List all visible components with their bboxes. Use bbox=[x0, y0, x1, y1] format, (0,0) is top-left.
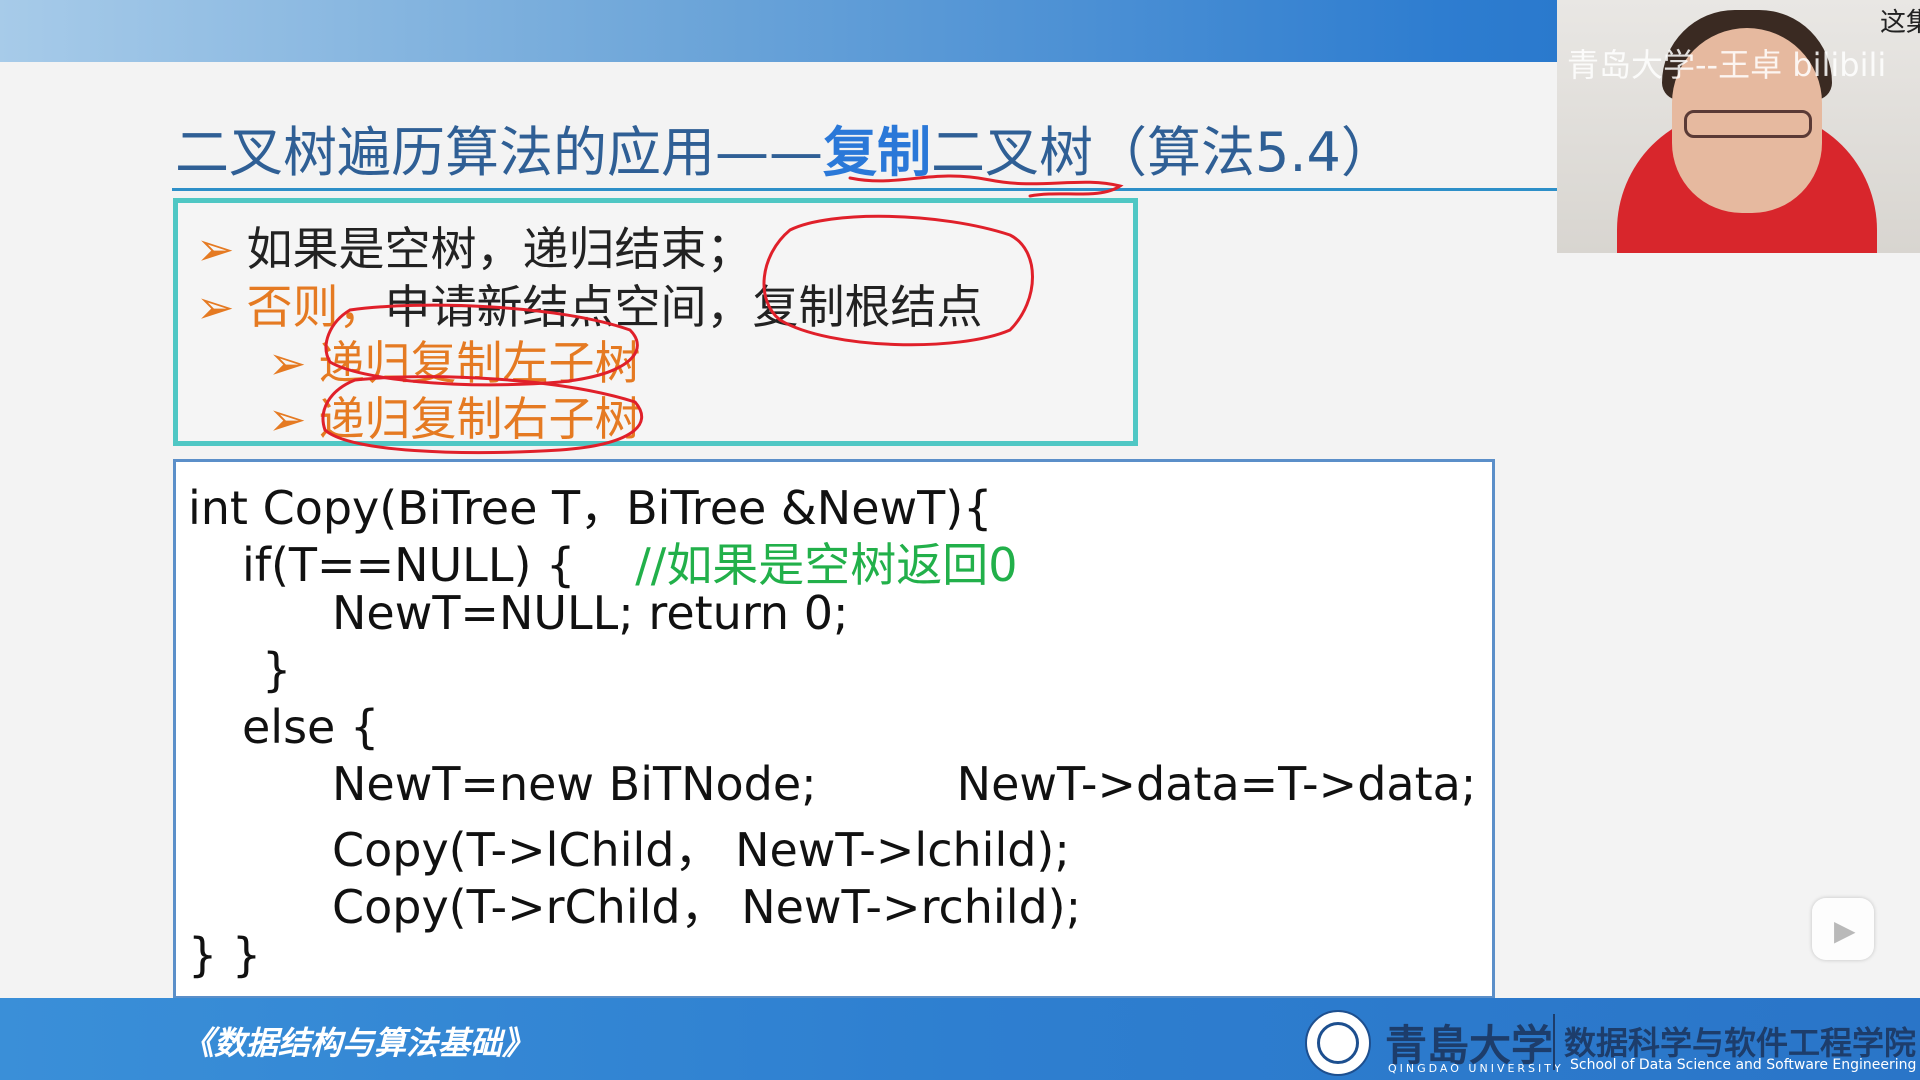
code-line-6: NewT=new BiTNode; NewT->data=T->data; bbox=[332, 757, 1476, 811]
code-line-4: } bbox=[262, 643, 292, 697]
school-english-name: School of Data Science and Software Engi… bbox=[1570, 1057, 1917, 1073]
code-line-5: else { bbox=[242, 700, 380, 754]
title-prefix: 二叉树遍历算法的应用—— bbox=[175, 121, 823, 184]
bullet-2-text: 申请新结点空间，复制根结点 bbox=[384, 280, 983, 334]
code-box: int Copy(BiTree T，BiTree &NewT){ if(T==N… bbox=[173, 459, 1495, 999]
title-highlight: 复制 bbox=[823, 121, 931, 184]
play-button[interactable]: ▶ bbox=[1812, 898, 1874, 960]
bullet-3-text: 递归复制左子树 bbox=[318, 336, 641, 390]
university-english-name: QINGDAO UNIVERSITY bbox=[1388, 1062, 1564, 1075]
code-comment: //如果是空树返回0 bbox=[635, 538, 1018, 592]
bullet-2-orange-text: 否则， bbox=[246, 280, 385, 334]
presenter-webcam bbox=[1557, 0, 1920, 253]
code-line-9: } } bbox=[188, 928, 262, 982]
bullet-box: ➢ 如果是空树，递归结束； ➢ 否则，申请新结点空间，复制根结点 ➢ 递归复制左子树 … bbox=[173, 198, 1138, 446]
arrow-icon: ➢ bbox=[196, 280, 235, 334]
title-underline-rule bbox=[172, 188, 1557, 191]
arrow-icon: ➢ bbox=[268, 336, 307, 390]
code-line-6-right: NewT->data=T->data; bbox=[956, 757, 1477, 811]
slide-title: 二叉树遍历算法的应用——复制二叉树（算法5.4） bbox=[175, 108, 1395, 184]
bullet-4-text: 递归复制右子树 bbox=[318, 392, 641, 446]
bullet-1: ➢ 如果是空树，递归结束； bbox=[196, 213, 753, 279]
arrow-icon: ➢ bbox=[268, 392, 307, 446]
video-watermark: 青岛大学--王卓 bilibili bbox=[1567, 46, 1887, 84]
footer-divider bbox=[1553, 1014, 1555, 1070]
bullet-4: ➢ 递归复制右子树 bbox=[268, 383, 641, 449]
code-line-6-left: NewT=new BiTNode; bbox=[332, 757, 817, 811]
code-line-2-code: if(T==NULL) { bbox=[242, 538, 576, 592]
play-icon: ▶ bbox=[1834, 914, 1856, 947]
university-logo-icon bbox=[1305, 1010, 1371, 1076]
title-suffix: 二叉树（算法5.4） bbox=[931, 121, 1395, 184]
book-title: 《数据结构与算法基础》 bbox=[182, 1024, 535, 1062]
arrow-icon: ➢ bbox=[196, 222, 235, 276]
code-line-3: NewT=NULL; return 0; bbox=[332, 586, 849, 640]
bullet-1-text: 如果是空树，递归结束； bbox=[246, 222, 753, 276]
code-line-8: Copy(T->rChild， NewT->rchild); bbox=[332, 880, 1082, 934]
corner-caption: 这集 bbox=[1880, 8, 1920, 38]
